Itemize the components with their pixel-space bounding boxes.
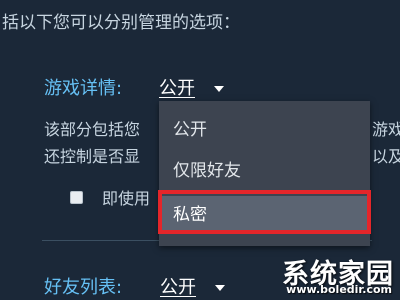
chevron-down-icon[interactable] [214, 86, 224, 92]
playtime-private-checkbox[interactable] [70, 191, 83, 204]
highlight-box [158, 190, 371, 234]
game-details-desc-line2-tail: 以及》 [372, 147, 400, 166]
game-details-label: 游戏详情: [44, 78, 123, 99]
game-details-privacy-select[interactable]: 公开 [159, 74, 195, 100]
privacy-intro-text: 括以下您可以分别管理的选项： [2, 13, 240, 33]
watermark-url: www.boledir.com [286, 283, 392, 296]
friends-list-label: 好友列表: [44, 277, 123, 298]
dropdown-item-friends-only[interactable]: 仅限好友 [159, 152, 370, 190]
game-details-desc-line2: 还控制是否显 [44, 147, 141, 166]
playtime-private-checkbox-label: 即使用 [102, 189, 151, 208]
dropdown-item-public[interactable]: 公开 [159, 111, 370, 149]
game-details-desc-line1: 该部分包括您 [44, 120, 141, 139]
game-details-desc-line1-tail: 游戏 [372, 120, 400, 139]
friends-list-privacy-select[interactable]: 公开 [160, 273, 196, 299]
chevron-down-icon[interactable] [215, 285, 225, 291]
